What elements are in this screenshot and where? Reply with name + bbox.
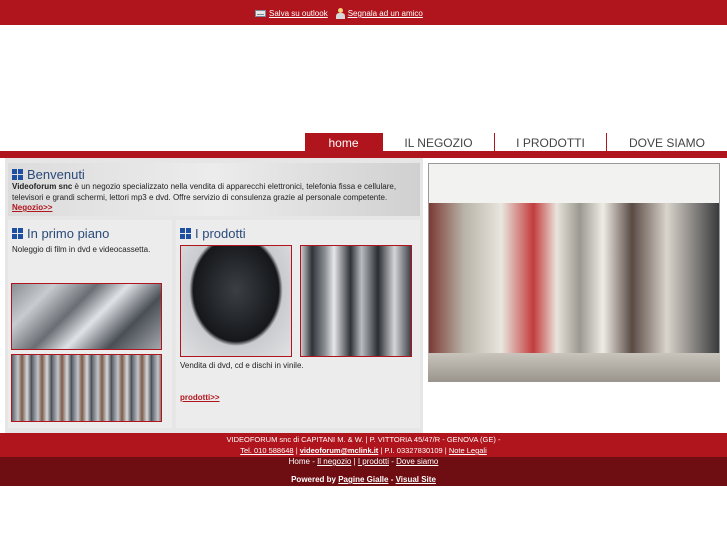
- powered-by: Powered by Pagine Gialle - Visual Site: [291, 475, 436, 484]
- windows-logo-icon: [12, 228, 23, 239]
- footer-address: VIDEOFORUM snc di CAPITANI M. & W. | P. …: [226, 435, 501, 444]
- store-interior-photo: [11, 283, 162, 350]
- prodotti-title: I prodotti: [195, 226, 246, 241]
- store-photo-floor: [428, 353, 720, 382]
- footer-nav: Home - Il negozio | I prodotti - Dove si…: [288, 457, 439, 466]
- main-content: Benvenuti Videoforum snc è un negozio sp…: [0, 158, 727, 433]
- save-outlook-link[interactable]: Salva su outlook: [255, 8, 328, 19]
- vat-number: | P.I. 03327830109 |: [378, 446, 449, 455]
- tab-i-prodotti[interactable]: I PRODOTTI: [494, 133, 606, 153]
- negozio-link[interactable]: Negozio>>: [12, 203, 52, 212]
- footer-nav-bar: Home - Il negozio | I prodotti - Dove si…: [0, 457, 727, 486]
- person-icon: [335, 8, 345, 19]
- left-column: Benvenuti Videoforum snc è un negozio sp…: [5, 158, 423, 433]
- visual-site-link[interactable]: Visual Site: [396, 475, 436, 484]
- outlook-card-icon: [255, 10, 266, 17]
- tab-dove-siamo[interactable]: DOVE SIAMO: [606, 133, 727, 153]
- television-photo: [180, 245, 292, 357]
- pagine-gialle-link[interactable]: Pagine Gialle: [338, 475, 388, 484]
- top-links: Salva su outlook Segnala ad un amico: [255, 8, 423, 19]
- welcome-box: Benvenuti Videoforum snc è un negozio sp…: [8, 163, 420, 216]
- footer-nav-prodotti[interactable]: I prodotti: [358, 457, 389, 466]
- footer-nav-negozio[interactable]: Il negozio: [317, 457, 351, 466]
- windows-logo-icon: [180, 228, 191, 239]
- prodotti-text: Vendita di dvd, cd e dischi in vinile.: [180, 361, 304, 370]
- primo-piano-title: In primo piano: [27, 226, 110, 241]
- top-bar: Salva su outlook Segnala ad un amico: [0, 0, 727, 25]
- primo-piano-text: Noleggio di film in dvd e videocassetta.: [12, 245, 151, 254]
- primo-piano-heading: In primo piano: [12, 226, 109, 241]
- welcome-heading: Benvenuti: [12, 167, 85, 182]
- prodotti-box: I prodotti Vendita di dvd, cd e dischi i…: [176, 220, 420, 428]
- nav-divider: [0, 151, 727, 158]
- prodotti-heading: I prodotti: [180, 226, 246, 241]
- company-name: Videoforum snc: [12, 182, 73, 191]
- phone-link[interactable]: Tel. 010 588648: [240, 446, 293, 455]
- powered-prefix: Powered by: [291, 475, 339, 484]
- footer-info: VIDEOFORUM snc di CAPITANI M. & W. | P. …: [0, 433, 727, 457]
- tell-friend-label: Segnala ad un amico: [347, 9, 423, 18]
- windows-logo-icon: [12, 169, 23, 180]
- email-link[interactable]: videoforum@mclink.it: [300, 446, 379, 455]
- dvd-shelves-photo: [11, 354, 162, 422]
- footer-nav-dove-siamo[interactable]: Dove siamo: [396, 457, 438, 466]
- tab-il-negozio[interactable]: IL NEGOZIO: [382, 133, 494, 153]
- phones-photo: [300, 245, 412, 357]
- store-main-photo: [428, 163, 720, 382]
- footer-nav-home[interactable]: Home: [289, 457, 310, 466]
- legal-notes-link[interactable]: Note Legali: [449, 446, 487, 455]
- primo-piano-box: In primo piano Noleggio di film in dvd e…: [8, 220, 172, 428]
- tab-home[interactable]: home: [305, 133, 382, 153]
- welcome-title: Benvenuti: [27, 167, 85, 182]
- footer-contacts: Tel. 010 588648 | videoforum@mclink.it |…: [240, 446, 487, 455]
- prodotti-link[interactable]: prodotti>>: [180, 393, 220, 402]
- save-outlook-label: Salva su outlook: [269, 9, 328, 18]
- tell-friend-link[interactable]: Segnala ad un amico: [335, 8, 423, 19]
- welcome-text: Videoforum snc è un negozio specializzat…: [12, 182, 417, 214]
- main-nav: home IL NEGOZIO I PRODOTTI DOVE SIAMO: [305, 133, 727, 153]
